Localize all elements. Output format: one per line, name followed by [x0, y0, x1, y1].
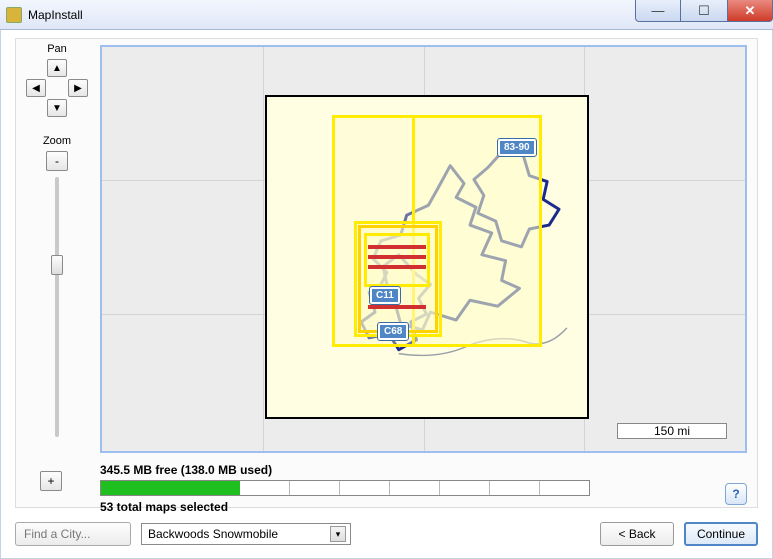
storage-free-text: 345.5 MB free (138.0 MB used): [100, 463, 747, 477]
close-button[interactable]: ✕: [727, 0, 773, 22]
map-tile-label[interactable]: C11: [370, 287, 400, 304]
map-viewport[interactable]: 83-90 C11 C68 150 mi: [100, 45, 747, 453]
map-tile-label[interactable]: C68: [378, 323, 408, 340]
storage-used-segment: [101, 481, 240, 495]
minimize-button[interactable]: —: [635, 0, 681, 22]
dropdown-value: Backwoods Snowmobile: [148, 527, 278, 541]
find-city-button[interactable]: Find a City...: [15, 522, 131, 546]
add-button[interactable]: +: [40, 471, 62, 491]
help-button[interactable]: ?: [725, 483, 747, 505]
back-label: < Back: [618, 527, 655, 541]
pan-label: Pan: [22, 43, 92, 55]
maps-selected-text: 53 total maps selected: [100, 500, 747, 514]
pan-pad: ▲ ◀ ▶ ▼: [26, 59, 88, 127]
zoom-slider-thumb[interactable]: [51, 255, 63, 275]
left-controls: Pan ▲ ◀ ▶ ▼ Zoom - +: [22, 43, 92, 501]
map-highlight: [368, 255, 426, 259]
continue-button[interactable]: Continue: [684, 522, 758, 546]
app-icon: [6, 7, 22, 23]
selection-tile[interactable]: [364, 233, 430, 287]
scale-label: 150 mi: [654, 424, 690, 438]
storage-bar: [100, 480, 590, 496]
map-highlight: [368, 245, 426, 249]
titlebar: MapInstall — ☐ ✕: [0, 0, 773, 30]
zoom-out-label: -: [55, 154, 59, 168]
window-title: MapInstall: [28, 8, 83, 22]
continue-label: Continue: [697, 527, 745, 541]
bottom-bar: Find a City... Backwoods Snowmobile ▾ < …: [15, 518, 758, 550]
map-tile-label[interactable]: 83-90: [498, 139, 536, 156]
map-highlight: [368, 265, 426, 269]
window-controls: — ☐ ✕: [635, 0, 773, 22]
zoom-label: Zoom: [22, 135, 92, 147]
scale-bar: 150 mi: [617, 423, 727, 439]
status-area: 345.5 MB free (138.0 MB used) 53 total m…: [100, 463, 747, 514]
pan-right-button[interactable]: ▶: [68, 79, 88, 97]
map-highlight: [368, 305, 426, 309]
add-label: +: [47, 474, 54, 488]
maximize-button[interactable]: ☐: [681, 0, 727, 22]
main-panel: Pan ▲ ◀ ▶ ▼ Zoom - +: [15, 38, 758, 508]
zoom-out-button[interactable]: -: [46, 151, 68, 171]
chevron-down-icon: ▾: [330, 526, 346, 542]
zoom-slider-track[interactable]: [55, 177, 59, 437]
back-button[interactable]: < Back: [600, 522, 674, 546]
product-dropdown[interactable]: Backwoods Snowmobile ▾: [141, 523, 351, 545]
pan-left-button[interactable]: ◀: [26, 79, 46, 97]
find-city-label: Find a City...: [24, 527, 90, 541]
pan-up-button[interactable]: ▲: [47, 59, 67, 77]
pan-down-button[interactable]: ▼: [47, 99, 67, 117]
client-area: Pan ▲ ◀ ▶ ▼ Zoom - +: [0, 30, 773, 559]
